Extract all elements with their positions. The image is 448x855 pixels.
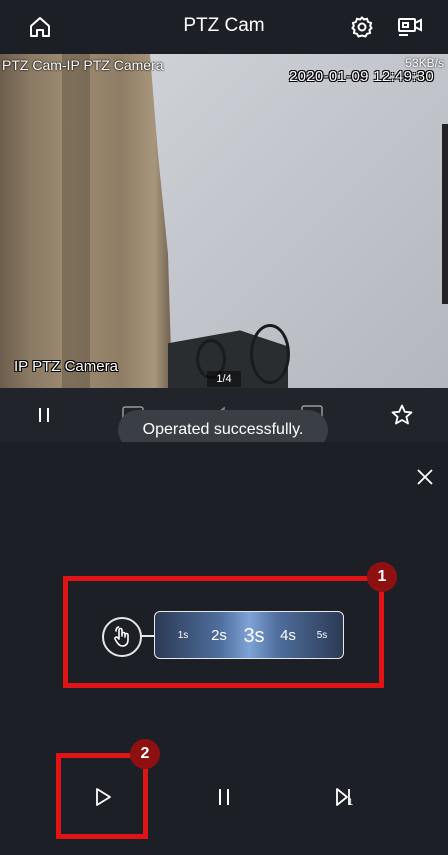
step-count-label: 1 bbox=[348, 797, 354, 807]
annotation-badge-2: 2 bbox=[130, 739, 160, 769]
highlight-box-speed bbox=[63, 576, 384, 688]
top-bar: PTZ Cam bbox=[0, 0, 448, 54]
video-pillar-shade bbox=[62, 54, 90, 388]
page-title: PTZ Cam bbox=[183, 15, 265, 36]
pause-icon[interactable] bbox=[209, 781, 239, 813]
gear-icon[interactable] bbox=[346, 12, 378, 42]
channel-name-overlay: IP PTZ Camera bbox=[14, 358, 118, 375]
camera-list-icon[interactable] bbox=[394, 12, 426, 42]
timestamp-overlay: 2020-01-09 12:49:30 bbox=[289, 68, 434, 85]
pause-icon[interactable] bbox=[30, 402, 58, 428]
annotation-badge-1: 1 bbox=[367, 562, 397, 592]
step-forward-icon[interactable] bbox=[329, 781, 359, 813]
video-cable bbox=[250, 324, 290, 384]
camera-label: PTZ Cam-IP PTZ Camera bbox=[2, 57, 164, 73]
live-video-view[interactable]: PTZ Cam-IP PTZ Camera 53KB/s 2020-01-09 … bbox=[0, 54, 448, 388]
page-indicator: 1/4 bbox=[207, 371, 241, 387]
video-edge bbox=[442, 124, 448, 304]
highlight-box-play bbox=[56, 753, 148, 839]
close-icon[interactable] bbox=[412, 464, 438, 490]
star-icon[interactable] bbox=[388, 402, 416, 428]
